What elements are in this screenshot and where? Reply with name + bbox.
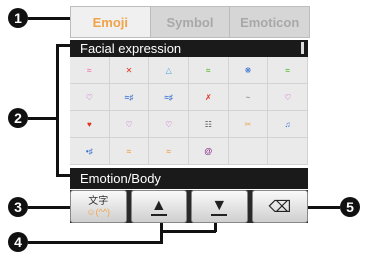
callout-4-down-connector [214, 222, 217, 232]
emoji-cell[interactable]: ≈♯ [109, 84, 150, 111]
emoji-cell[interactable]: ❋ [228, 57, 269, 84]
emoji-cell[interactable]: ♡ [109, 111, 150, 138]
emoji-cell[interactable]: ✗ [189, 84, 229, 111]
emoji-cell[interactable]: ♫ [268, 111, 308, 138]
emoji-cell[interactable]: ≈ [149, 138, 189, 165]
callout-1: 1 [8, 8, 28, 28]
callout-2-line [28, 117, 56, 120]
category-tabs: Emoji Symbol Emoticon [70, 6, 310, 38]
callout-3: 3 [8, 197, 28, 217]
emoji-cell[interactable]: ≈ [189, 57, 229, 84]
emoji-cell [268, 138, 308, 165]
callout-2: 2 [8, 108, 28, 128]
page-up-icon: ▲ [150, 196, 167, 216]
emoji-cell[interactable]: ~ [228, 84, 269, 111]
callout-5-line [304, 206, 340, 209]
emoji-cell[interactable]: @ [189, 138, 229, 165]
emoji-cell[interactable]: ♥ [70, 111, 110, 138]
callout-2-bracket-bottom [56, 174, 70, 177]
input-mode-button[interactable]: 文字 ☺(^^) [70, 190, 127, 223]
mode-emoticon-label: ☺(^^) [86, 206, 111, 217]
emoji-cell[interactable]: ≈ [268, 57, 308, 84]
callout-2-bracket [56, 44, 59, 177]
section-label: Emotion/Body [80, 171, 161, 186]
emoji-cell[interactable]: ≈♯ [149, 84, 189, 111]
mode-kanji-label: 文字 [88, 195, 109, 207]
callout-3-line [28, 206, 70, 209]
section-label: Facial expression [80, 41, 182, 56]
emoji-cell[interactable]: ✂ [228, 111, 269, 138]
emoji-cell[interactable]: •♯ [70, 138, 110, 165]
callout-4-line [28, 241, 163, 244]
backspace-button[interactable]: ⌫ [251, 190, 308, 223]
emoji-cell[interactable]: △ [149, 57, 189, 84]
scroll-indicator[interactable] [301, 42, 304, 54]
callout-4: 4 [8, 232, 28, 252]
page-down-icon: ▼ [211, 196, 228, 216]
keyboard-key-row: 文字 ☺(^^) ▲ ▼ ⌫ [70, 190, 308, 223]
emoji-cell[interactable]: ☷ [189, 111, 229, 138]
emoji-cell[interactable]: ♡ [268, 84, 308, 111]
callout-5: 5 [340, 197, 360, 217]
emoji-cell[interactable]: ✕ [109, 57, 150, 84]
tab-emoticon[interactable]: Emoticon [230, 7, 309, 37]
backspace-icon: ⌫ [268, 198, 292, 216]
emoji-cell[interactable]: ≈ [70, 57, 110, 84]
callout-4-bridge [160, 230, 216, 233]
callout-1-line [28, 17, 70, 20]
section-header-facial-expression: Facial expression [70, 40, 308, 57]
emoji-cell[interactable]: ≈ [109, 138, 150, 165]
emoji-cell[interactable]: ♡ [149, 111, 189, 138]
section-header-emotion-body: Emotion/Body [70, 168, 308, 189]
emoji-grid: ≈ ✕ △ ≈ ❋ ≈ ♡ ≈♯ ≈♯ ✗ ~ ♡ ♥ ♡ ♡ ☷ ✂ ♫ •♯ ≈ ≈ @ [70, 57, 308, 165]
emoji-cell [228, 138, 269, 165]
tab-symbol[interactable]: Symbol [151, 7, 231, 37]
page-down-button[interactable]: ▼ [191, 190, 248, 223]
page-up-button[interactable]: ▲ [130, 190, 187, 223]
tab-emoji[interactable]: Emoji [71, 7, 151, 37]
callout-2-bracket-top [56, 44, 70, 47]
emoji-cell[interactable]: ♡ [70, 84, 110, 111]
